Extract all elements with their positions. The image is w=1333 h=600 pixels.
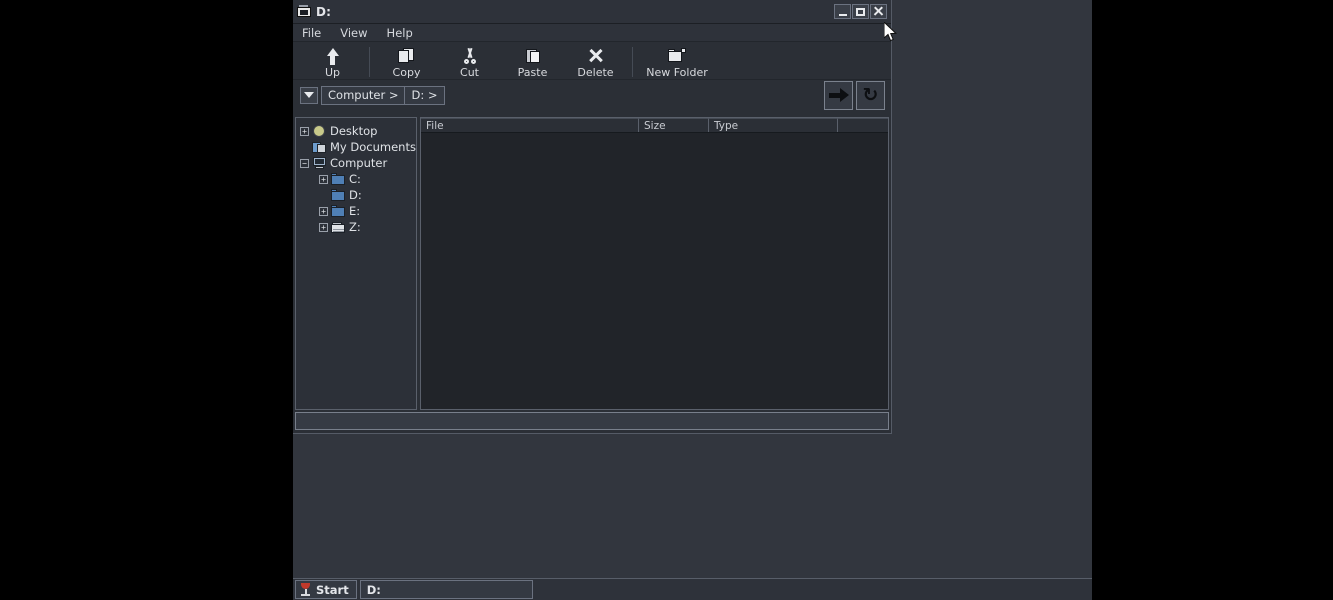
tree-item-c-drive[interactable]: + C: (300, 171, 416, 187)
delete-x-icon (584, 47, 608, 64)
scissors-icon (458, 47, 482, 64)
breadcrumb-item-d-drive[interactable]: D: > (405, 87, 443, 104)
tree-item-z-drive[interactable]: + Z: (300, 219, 416, 235)
toolbar-copy-label: Copy (392, 66, 421, 79)
window-controls (834, 4, 889, 19)
column-header-size[interactable]: Size (639, 118, 709, 132)
toolbar-cut-label: Cut (460, 66, 479, 79)
toolbar-new-folder-button[interactable]: New Folder (638, 45, 716, 79)
file-list-header: File Size Type (421, 118, 888, 133)
folder-tree[interactable]: + Desktop My Documents − Computer + C: D… (295, 117, 417, 410)
network-drive-icon (331, 221, 346, 234)
tree-item-e-drive[interactable]: + E: (300, 203, 416, 219)
expander-icon[interactable]: + (300, 126, 309, 136)
drive-folder-icon (331, 172, 346, 186)
address-bar: Computer > D: > ↻ (293, 80, 891, 110)
tree-item-label: My Documents (330, 140, 416, 154)
toolbar-new-folder-label: New Folder (646, 66, 708, 79)
expander-icon[interactable]: + (319, 222, 328, 232)
tree-item-d-drive[interactable]: D: (300, 187, 416, 203)
menubar: File View Help (293, 24, 891, 42)
content-panes: + Desktop My Documents − Computer + C: D… (295, 117, 889, 410)
file-list-rows[interactable] (421, 133, 888, 409)
expander-icon[interactable]: + (319, 174, 328, 184)
taskbar-window-button[interactable]: D: (359, 580, 533, 599)
breadcrumb-item-computer[interactable]: Computer > (322, 86, 406, 104)
documents-icon (312, 141, 327, 154)
tree-item-desktop[interactable]: + Desktop (300, 123, 416, 139)
tree-item-label: D: (349, 188, 362, 202)
tree-item-label: Desktop (330, 124, 378, 138)
computer-icon (297, 5, 312, 18)
minimize-button[interactable] (834, 4, 851, 19)
copy-icon (395, 47, 419, 64)
window-title: D: (316, 4, 332, 19)
toolbar-up-button[interactable]: Up (301, 45, 364, 79)
desktop-icon (312, 124, 327, 138)
start-button-label: Start (316, 582, 349, 597)
toolbar: Up Copy Cut Paste Delete New Folder (293, 42, 891, 80)
menu-view[interactable]: View (336, 25, 376, 41)
tree-item-label: Z: (349, 220, 361, 234)
toolbar-separator (369, 47, 370, 77)
paste-icon (521, 47, 545, 64)
new-folder-icon (665, 47, 689, 64)
toolbar-paste-label: Paste (517, 66, 548, 79)
status-bar (295, 412, 889, 430)
drive-folder-icon (331, 204, 346, 218)
breadcrumb: Computer > D: > (321, 85, 445, 105)
menu-file[interactable]: File (298, 25, 330, 41)
tree-item-label: C: (349, 172, 361, 186)
computer-icon (312, 156, 327, 170)
wine-glass-icon (300, 583, 311, 596)
chevron-down-icon[interactable] (300, 86, 318, 104)
column-header-blank[interactable] (838, 118, 888, 132)
file-list[interactable]: File Size Type (420, 117, 889, 410)
toolbar-delete-button[interactable]: Delete (564, 45, 627, 79)
nav-buttons: ↻ (824, 80, 885, 110)
taskbar-window-label: D: (366, 582, 381, 597)
toolbar-separator-2 (632, 47, 633, 77)
refresh-icon: ↻ (862, 83, 879, 106)
window-titlebar[interactable]: D: (293, 0, 891, 24)
toolbar-delete-label: Delete (577, 66, 614, 79)
desktop[interactable]: D: File View Help Up Copy Cut Paste Dele… (293, 0, 1092, 600)
menu-help[interactable]: Help (383, 25, 422, 41)
tree-item-label: E: (349, 204, 361, 218)
go-button[interactable] (824, 80, 853, 110)
tree-item-label: Computer (330, 156, 388, 170)
arrow-right-icon (828, 87, 849, 103)
column-header-type[interactable]: Type (709, 118, 838, 132)
toolbar-paste-button[interactable]: Paste (501, 45, 564, 79)
toolbar-copy-button[interactable]: Copy (375, 45, 438, 79)
tree-item-computer[interactable]: − Computer (300, 155, 416, 171)
refresh-button[interactable]: ↻ (856, 80, 885, 110)
toolbar-cut-button[interactable]: Cut (438, 45, 501, 79)
taskbar: Start D: (293, 578, 1092, 600)
collapser-icon[interactable]: − (300, 158, 309, 168)
tree-item-my-documents[interactable]: My Documents (300, 139, 416, 155)
toolbar-up-label: Up (324, 66, 341, 79)
column-header-file[interactable]: File (421, 118, 639, 132)
file-manager-window: D: File View Help Up Copy Cut Paste Dele… (293, 0, 892, 434)
start-button[interactable]: Start (295, 580, 357, 599)
close-button[interactable] (870, 4, 887, 19)
expander-icon[interactable]: + (319, 206, 328, 216)
maximize-button[interactable] (852, 4, 869, 19)
drive-folder-icon (331, 188, 346, 202)
arrow-up-icon (321, 47, 345, 65)
